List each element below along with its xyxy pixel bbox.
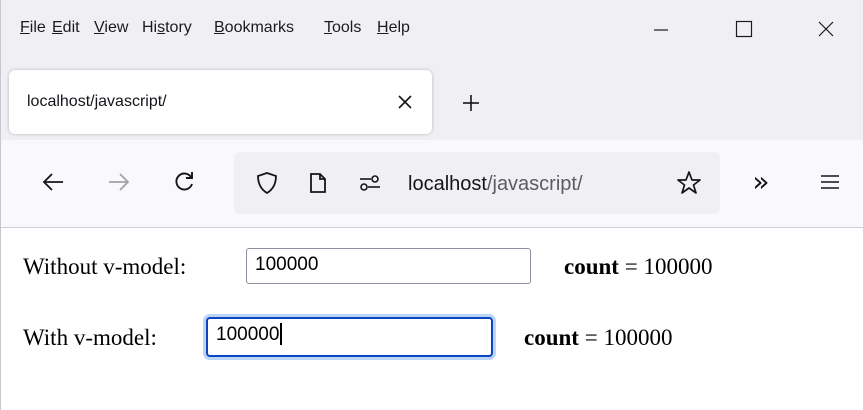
reload-icon <box>175 172 193 191</box>
back-button[interactable] <box>37 166 69 198</box>
menu-tools[interactable]: Tools <box>324 18 361 38</box>
app-menu-button[interactable] <box>814 166 846 198</box>
with-vmodel-input[interactable]: 100000 <box>206 317 493 357</box>
arrow-right-icon <box>109 173 130 191</box>
close-icon <box>818 21 834 37</box>
page-icon[interactable] <box>304 169 332 197</box>
with-vmodel-label: With v-model: <box>23 325 157 350</box>
reload-button[interactable] <box>168 166 200 198</box>
forward-button[interactable] <box>103 166 135 198</box>
menu-history[interactable]: History <box>142 18 192 38</box>
overflow-button[interactable]: » <box>745 166 777 198</box>
url-text[interactable]: localhost/javascript/ <box>408 173 583 195</box>
count-display-2: count = 100000 <box>524 325 673 350</box>
page-content: Without v-model: 100000 count = 100000 W… <box>1 228 863 410</box>
shield-icon[interactable] <box>253 169 281 197</box>
close-window-button[interactable] <box>803 10 849 48</box>
count-display-1: count = 100000 <box>564 254 713 279</box>
permissions-icon[interactable] <box>356 169 384 197</box>
tab-close-button[interactable] <box>392 88 418 116</box>
menu-edit[interactable]: Edit <box>52 18 80 38</box>
minimize-icon <box>654 29 668 31</box>
browser-window: File Edit View History Bookmarks Tools H… <box>0 0 863 410</box>
url-bar[interactable]: localhost/javascript/ <box>234 152 720 214</box>
tab-title: localhost/javascript/ <box>27 93 167 110</box>
chevrons-right-icon: » <box>752 165 770 198</box>
menu-file[interactable]: File <box>20 18 46 38</box>
new-tab-button[interactable] <box>456 88 486 118</box>
menu-bar: File Edit View History Bookmarks Tools H… <box>1 0 863 56</box>
bookmark-star-icon[interactable] <box>675 169 703 197</box>
maximize-icon <box>735 20 753 38</box>
tab-localhost[interactable]: localhost/javascript/ <box>9 70 432 134</box>
text-caret <box>280 322 282 345</box>
minimize-button[interactable] <box>638 10 684 48</box>
plus-icon <box>463 95 479 111</box>
navigation-toolbar: localhost/javascript/ » <box>1 140 863 228</box>
without-vmodel-input[interactable]: 100000 <box>246 248 531 284</box>
maximize-button[interactable] <box>721 10 767 48</box>
without-vmodel-label: Without v-model: <box>23 254 187 279</box>
menu-view[interactable]: View <box>94 18 128 38</box>
hamburger-menu-icon <box>821 175 839 189</box>
menu-help[interactable]: Help <box>377 18 410 38</box>
arrow-left-icon <box>42 173 63 191</box>
menu-bookmarks[interactable]: Bookmarks <box>214 18 294 38</box>
close-icon <box>398 95 412 109</box>
